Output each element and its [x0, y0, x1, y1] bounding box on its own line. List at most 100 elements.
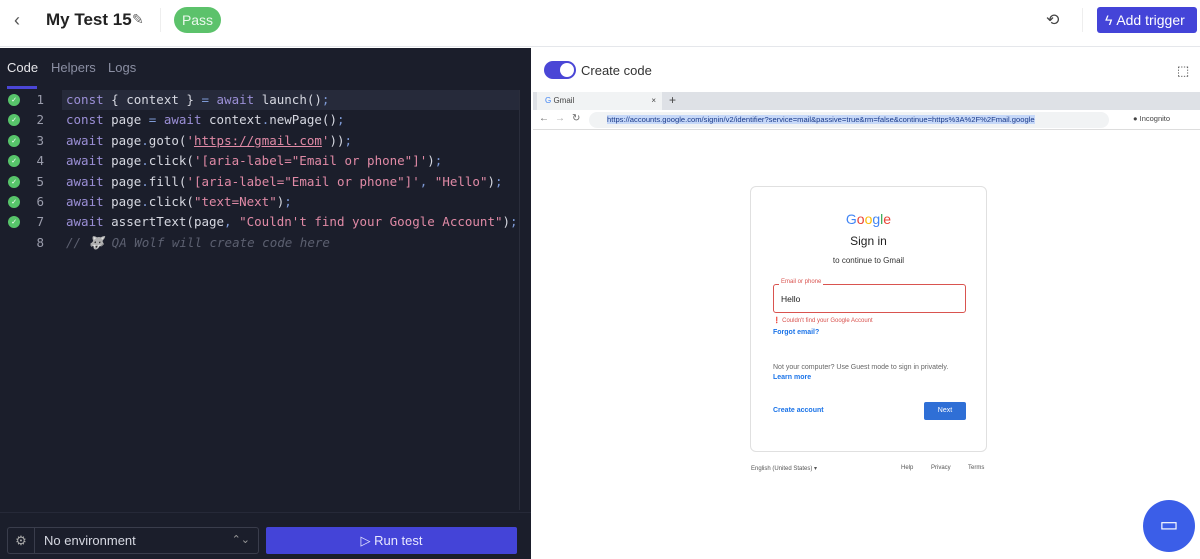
create-account-link[interactable]: Create account [773, 407, 824, 414]
close-tab-icon[interactable]: × [651, 92, 656, 110]
play-icon: ▷ [360, 533, 375, 548]
incognito-badge[interactable]: ● Incognito [1133, 114, 1170, 123]
back-chevron-icon[interactable]: ‹ [14, 10, 20, 31]
code-token: , [224, 214, 240, 230]
edit-pencil-icon[interactable]: ✎ [132, 11, 144, 28]
element-picker-icon[interactable]: ⬚ [1177, 63, 1189, 79]
code-line[interactable]: ✓ 2 const page = await context.newPage(); [0, 110, 519, 130]
run-test-button[interactable]: ▷ Run test [266, 527, 517, 554]
url-input[interactable]: https://accounts.google.com/signin/v2/id… [589, 112, 1109, 128]
language-select[interactable]: English (United States) ▾ [751, 465, 817, 472]
code-line[interactable]: 8 // 🐺 QA Wolf will create code here [0, 233, 519, 253]
code-token: await [66, 153, 112, 169]
code-token: ; [344, 132, 353, 148]
check-circle-icon: ✓ [8, 216, 20, 229]
code-token: "Couldn't find your Google Account" [239, 214, 503, 230]
code-token: ; [434, 153, 443, 169]
code-token: . [141, 193, 149, 209]
header: ‹ My Test 15 ✎ Pass ⟲ ϟ Add trigger [0, 0, 1200, 47]
code-text: const page = await context.newPage(); [62, 110, 519, 130]
google-logo: Google [845, 211, 892, 227]
forward-arrow-icon[interactable]: → [555, 113, 565, 124]
chat-support-icon[interactable]: ▭ [1143, 500, 1195, 552]
language-value: English (United States) [751, 466, 813, 472]
code-token: , [419, 173, 435, 189]
signin-subtitle: to continue to Gmail [832, 256, 905, 265]
add-trigger-button[interactable]: ϟ Add trigger [1097, 7, 1197, 33]
active-tab-indicator [7, 86, 37, 89]
environment-value: No environment [44, 533, 136, 548]
history-icon[interactable]: ⟲ [1046, 10, 1059, 30]
code-token: click( [148, 153, 194, 169]
code-line[interactable]: ✓ 7 await assertText(page, "Couldn't find … [0, 212, 519, 232]
check-circle-icon: ✓ [8, 94, 20, 106]
guest-note: Not your computer? Use Guest mode to sig… [773, 364, 949, 371]
privacy-link[interactable]: Privacy [931, 465, 951, 471]
code-token: ; [510, 214, 518, 230]
bottom-bar: ⚙ No environment ⌃⌄ ▷ Run test [0, 512, 531, 559]
check-circle-icon: ✓ [8, 175, 20, 188]
code-line[interactable]: ✓ 1 const { context } = await launch(); [0, 90, 519, 111]
code-line[interactable]: ✓ 6 await page.click("text=Next"); [0, 192, 519, 212]
updown-chevron-icon: ⌃⌄ [231, 534, 250, 546]
code-token: ) [487, 173, 496, 189]
code-editor[interactable]: ✓ 1 const { context } = await launch(); ✓ 2 c… [0, 90, 519, 253]
code-token: const [66, 92, 112, 107]
code-token: await [163, 112, 210, 128]
environment-select[interactable]: No environment ⌃⌄ [34, 527, 259, 554]
tab-code[interactable]: Code [7, 60, 38, 75]
code-token: // 🐺 QA Wolf will create code here [66, 234, 330, 250]
next-button[interactable]: Next [924, 402, 966, 420]
create-code-label: Create code [581, 63, 652, 78]
code-token: = [148, 112, 164, 128]
code-token: )) [329, 132, 345, 148]
code-token: . [141, 132, 149, 148]
check-circle-icon: ✓ [8, 195, 20, 208]
code-token: await [66, 214, 112, 230]
tab-logs[interactable]: Logs [108, 60, 136, 75]
code-token: '[aria-label="Email or phone"]' [186, 173, 420, 189]
terms-link[interactable]: Terms [968, 465, 984, 471]
code-token: page [111, 153, 142, 169]
code-token: ; [321, 92, 330, 107]
address-bar-row: ← → ↻ https://accounts.google.com/signin… [533, 110, 1200, 130]
code-token: await [66, 193, 112, 209]
line-number: 4 [36, 153, 44, 169]
editor-scrollbar[interactable] [519, 90, 520, 510]
code-text: // 🐺 QA Wolf will create code here [62, 233, 519, 253]
code-token: page [111, 132, 142, 148]
code-line[interactable]: ✓ 3 await page.goto('https://gmail.com')); [0, 131, 519, 151]
error-icon: ❗ [773, 318, 783, 324]
tab-helpers[interactable]: Helpers [51, 60, 96, 75]
code-text: await page.goto('https://gmail.com')); [62, 131, 519, 151]
browser-tab-title: Gmail [553, 96, 575, 105]
code-token: ; [495, 173, 503, 189]
code-token: await [66, 132, 112, 148]
forgot-email-link[interactable]: Forgot email? [773, 329, 819, 336]
help-link[interactable]: Help [901, 465, 913, 471]
code-token: page [111, 112, 149, 128]
check-circle-icon: ✓ [8, 114, 20, 127]
code-line[interactable]: ✓ 5 await page.fill('[aria-label="Email or… [0, 172, 519, 192]
incognito-label: Incognito [1139, 114, 1171, 123]
code-line[interactable]: ✓ 4 await page.click('[aria-label="Email o… [0, 151, 519, 171]
reload-icon[interactable]: ↻ [572, 113, 580, 124]
code-token: ; [336, 112, 345, 128]
email-field-label: Email or phone [779, 279, 824, 285]
sliders-icon[interactable]: ⚙ [7, 527, 34, 554]
google-signin-card: Google Sign in to continue to Gmail Emai… [750, 186, 987, 452]
divider [1082, 8, 1083, 32]
code-token: context [209, 112, 262, 128]
back-arrow-icon[interactable]: ← [539, 113, 549, 124]
learn-more-link[interactable]: Learn more [773, 374, 811, 381]
create-code-toggle[interactable] [544, 61, 576, 79]
line-number: 3 [36, 132, 44, 148]
code-token: . [141, 153, 149, 169]
browser-chrome: G Gmail × + ← → ↻ https://accounts.google… [533, 92, 1200, 130]
code-token: fill( [148, 173, 187, 189]
divider [160, 8, 161, 32]
code-token: ) [502, 214, 511, 230]
email-field[interactable]: Email or phone Hello [773, 279, 966, 313]
browser-tab[interactable]: G Gmail × [537, 92, 662, 110]
new-tab-icon[interactable]: + [669, 93, 676, 107]
